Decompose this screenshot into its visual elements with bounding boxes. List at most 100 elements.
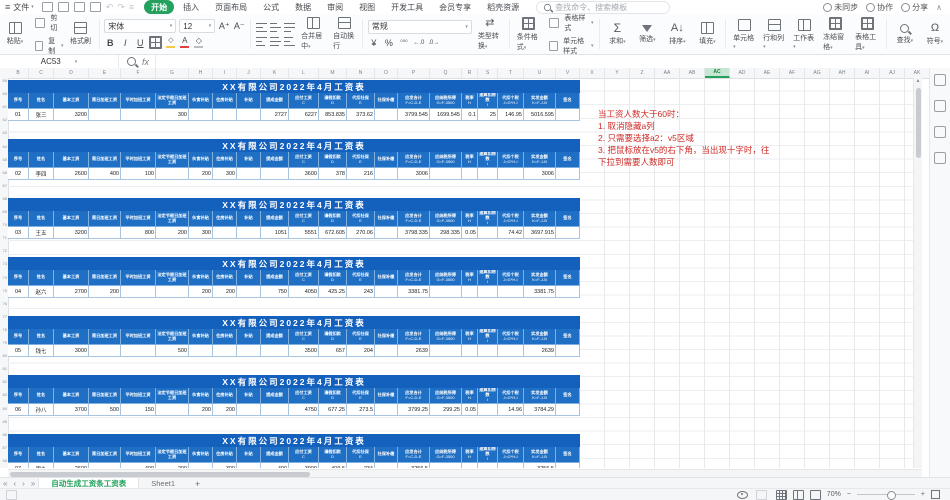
- payroll-col-header[interactable]: 实发金额K=F-J-B: [524, 388, 556, 404]
- payroll-col-header[interactable]: 伙食补贴: [189, 211, 213, 227]
- file-menu[interactable]: 文件 ▾: [13, 2, 34, 13]
- payroll-cell[interactable]: 04: [8, 286, 29, 298]
- payroll-col-header[interactable]: 应纳税所得G=F-3500: [430, 388, 462, 404]
- payroll-col-header[interactable]: 序号: [8, 388, 29, 404]
- payroll-cell[interactable]: [462, 345, 478, 357]
- payroll-cell[interactable]: 200: [156, 463, 189, 468]
- payroll-col-header[interactable]: 平时加班工资: [121, 388, 156, 404]
- payroll-col-header[interactable]: 基本工资: [54, 152, 89, 168]
- payroll-col-header[interactable]: 应纳税所得G=F-3500: [430, 329, 462, 345]
- payroll-cell[interactable]: [478, 227, 498, 239]
- align-right-icon[interactable]: [284, 36, 295, 47]
- payroll-col-header[interactable]: 代扣社保E: [347, 388, 375, 404]
- payroll-cell[interactable]: 200: [213, 286, 237, 298]
- column-header-O[interactable]: O: [375, 68, 398, 78]
- payroll-cell[interactable]: 409.5: [319, 463, 347, 468]
- help-panel-icon[interactable]: [934, 152, 946, 164]
- payroll-col-header[interactable]: 提成金额: [261, 388, 289, 404]
- share-button[interactable]: 分享: [901, 2, 928, 13]
- payroll-cell[interactable]: 3900: [289, 463, 319, 468]
- payroll-cell[interactable]: [430, 463, 462, 468]
- save-icon[interactable]: [42, 2, 53, 12]
- column-header-AI[interactable]: AI: [855, 68, 880, 78]
- row-header-84[interactable]: 84: [0, 406, 7, 411]
- cell-style-button[interactable]: 单元格样式▾: [547, 36, 594, 56]
- payroll-col-header[interactable]: 签名: [556, 447, 580, 463]
- payroll-cell[interactable]: 03: [8, 227, 29, 239]
- payroll-cell[interactable]: 150: [121, 404, 156, 416]
- payroll-cell[interactable]: 05: [8, 345, 29, 357]
- payroll-col-header[interactable]: 请假扣款D: [319, 211, 347, 227]
- font-color-icon[interactable]: A: [179, 37, 190, 48]
- column-header-T[interactable]: T: [498, 68, 524, 78]
- underline-button[interactable]: U: [134, 37, 146, 49]
- payroll-cell[interactable]: 0.05: [462, 227, 478, 239]
- payroll-col-header[interactable]: 社保补缴: [375, 152, 398, 168]
- ribbon-tab-开发工具[interactable]: 开发工具: [384, 0, 430, 14]
- payroll-col-header[interactable]: 住房补贴: [213, 329, 237, 345]
- formula-input[interactable]: [155, 55, 950, 68]
- highlight-color-icon[interactable]: ◇: [193, 37, 204, 48]
- payroll-col-header[interactable]: 应付工资C: [289, 152, 319, 168]
- payroll-cell[interactable]: [556, 168, 580, 180]
- payroll-cell[interactable]: 200: [156, 227, 189, 239]
- payroll-cell[interactable]: [498, 286, 524, 298]
- payroll-cell[interactable]: 672.605: [319, 227, 347, 239]
- payroll-cell[interactable]: 3381.75: [524, 286, 556, 298]
- payroll-cell[interactable]: [462, 463, 478, 468]
- payroll-cell[interactable]: [375, 286, 398, 298]
- page-layout-view-icon[interactable]: [793, 490, 804, 500]
- payroll-cell[interactable]: 800: [121, 227, 156, 239]
- payroll-col-header[interactable]: 签名: [556, 388, 580, 404]
- payroll-cell[interactable]: 234: [347, 463, 375, 468]
- payroll-cell[interactable]: 孙八: [29, 404, 54, 416]
- decrease-font-icon[interactable]: A⁻: [233, 20, 245, 32]
- payroll-cell[interactable]: [213, 227, 237, 239]
- column-header-I[interactable]: I: [213, 68, 237, 78]
- table-tools-button[interactable]: 表格工具▾: [851, 14, 883, 54]
- payroll-col-header[interactable]: 速算扣除数I: [478, 93, 498, 109]
- payroll-cell[interactable]: [156, 168, 189, 180]
- row-header-82[interactable]: 82: [0, 379, 7, 384]
- column-header-F[interactable]: F: [121, 68, 156, 78]
- fill-color-icon[interactable]: ◇: [165, 37, 176, 48]
- payroll-cell[interactable]: 270.06: [347, 227, 375, 239]
- column-header-AA[interactable]: AA: [655, 68, 680, 78]
- sum-button[interactable]: Σ 求和▾: [602, 14, 632, 54]
- payroll-cell[interactable]: [498, 168, 524, 180]
- payroll-col-header[interactable]: 序号: [8, 152, 29, 168]
- payroll-col-header[interactable]: 基本工资: [54, 211, 89, 227]
- payroll-col-header[interactable]: 税率H: [462, 329, 478, 345]
- freeze-panes-button[interactable]: 冻结窗格▾: [819, 14, 851, 54]
- row-header-80[interactable]: 80: [0, 353, 7, 358]
- payroll-col-header[interactable]: 周日加班工资: [89, 270, 121, 286]
- payroll-cell[interactable]: 0.05: [462, 404, 478, 416]
- row-header-62[interactable]: 62: [0, 117, 7, 122]
- row-header-85[interactable]: 85: [0, 419, 7, 424]
- row-header-77[interactable]: 77: [0, 314, 7, 319]
- column-header-R[interactable]: R: [462, 68, 478, 78]
- zoom-in-button[interactable]: +: [921, 491, 925, 498]
- row-header-86[interactable]: 86: [0, 432, 7, 437]
- payroll-col-header[interactable]: 提成金额: [261, 447, 289, 463]
- row-header-67[interactable]: 67: [0, 183, 7, 188]
- payroll-cell[interactable]: [237, 286, 261, 298]
- payroll-col-header[interactable]: 提成金额: [261, 270, 289, 286]
- payroll-col-header[interactable]: 伙食补贴: [189, 270, 213, 286]
- payroll-col-header[interactable]: 应发合计F=C-D-E: [398, 447, 430, 463]
- ribbon-tab-插入[interactable]: 插入: [176, 0, 206, 14]
- payroll-col-header[interactable]: 社保补缴: [375, 388, 398, 404]
- first-sheet-icon[interactable]: «: [0, 479, 10, 488]
- payroll-cell[interactable]: [121, 109, 156, 121]
- eye-protect-icon[interactable]: [737, 491, 748, 499]
- scroll-up-icon[interactable]: ▲: [914, 78, 922, 84]
- filter-button[interactable]: 筛选▾: [632, 14, 662, 54]
- payroll-col-header[interactable]: 请假扣款D: [319, 152, 347, 168]
- payroll-cell[interactable]: 02: [8, 168, 29, 180]
- payroll-col-header[interactable]: 应纳税所得G=F-3500: [430, 152, 462, 168]
- payroll-col-header[interactable]: 代扣个税J=G*H-I: [498, 447, 524, 463]
- format-painter-button[interactable]: 格式刷: [66, 14, 96, 54]
- row-header-70[interactable]: 70: [0, 222, 7, 227]
- payroll-col-header[interactable]: 姓名: [29, 270, 54, 286]
- payroll-cell[interactable]: [375, 109, 398, 121]
